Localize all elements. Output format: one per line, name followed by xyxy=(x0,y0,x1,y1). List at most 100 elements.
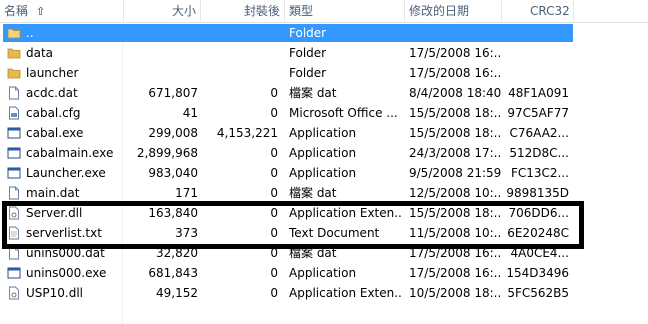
table-row[interactable]: .. Folder xyxy=(0,23,648,43)
packed-size-cell: 0 xyxy=(270,206,278,220)
file-name-cell: Launcher.exe xyxy=(26,166,106,180)
file-icon xyxy=(7,246,21,260)
column-header-type[interactable]: 類型 xyxy=(285,0,405,22)
table-row[interactable]: Server.dll 163,840 0 Application Exten... 15… xyxy=(0,203,648,223)
column-header-name[interactable]: 名稱 ⇧ xyxy=(0,0,124,22)
column-header-crc[interactable]: CRC32 xyxy=(502,0,574,22)
packed-size-cell: 0 xyxy=(270,146,278,160)
file-size-cell xyxy=(124,63,201,83)
file-name-cell: cabalmain.exe xyxy=(26,146,114,160)
file-type-cell: Application Exten... xyxy=(289,206,403,220)
file-size-cell: 983,040 xyxy=(148,166,198,180)
modified-date-cell: 12/5/2008 10:... xyxy=(409,186,502,200)
crc32-cell: FC13C2... xyxy=(510,166,569,180)
file-name-cell: launcher xyxy=(26,66,79,80)
column-header-crc-label: CRC32 xyxy=(530,4,570,18)
crc32-cell: C76AA2... xyxy=(509,126,569,140)
file-size-cell xyxy=(124,23,201,43)
crc32-cell xyxy=(502,43,572,63)
file-name-cell: unins000.exe xyxy=(26,266,107,280)
file-name-cell: data xyxy=(26,46,54,60)
crc32-cell: 154D3496 xyxy=(506,266,569,280)
file-type-cell: Text Document xyxy=(289,226,380,240)
exe-icon xyxy=(7,146,21,160)
crc32-cell: 4A0CE4... xyxy=(510,246,569,260)
file-type-cell: Folder xyxy=(289,66,327,80)
file-type-cell: 檔案 dat xyxy=(289,246,337,260)
modified-date-cell: 10/5/2008 18:... xyxy=(409,286,502,300)
crc32-cell: 9898135D xyxy=(506,186,569,200)
table-row[interactable]: cabal.cfg 41 0 Microsoft Office ... 15/5/200… xyxy=(0,103,648,123)
column-header-packed-label: 封裝後 xyxy=(243,4,280,18)
column-header-modified-label: 修改的日期 xyxy=(409,4,470,18)
table-row[interactable]: cabalmain.exe 2,899,968 0 Application 24/3/2… xyxy=(0,143,648,163)
file-type-cell: Application Exten... xyxy=(289,286,403,300)
crc32-cell: 97C5AF77 xyxy=(507,106,569,120)
column-header-type-label: 類型 xyxy=(289,4,314,18)
column-header-name-label: 名稱 xyxy=(4,4,29,18)
file-type-cell: 檔案 dat xyxy=(289,186,337,200)
crc32-cell xyxy=(502,23,572,43)
packed-size-cell: 0 xyxy=(270,186,278,200)
file-name-cell: .. xyxy=(26,26,34,40)
table-row[interactable]: unins000.exe 681,843 0 Application 17/5/2008… xyxy=(0,263,648,283)
modified-date-cell: 11/5/2008 10:... xyxy=(409,226,502,240)
file-type-cell: Microsoft Office ... xyxy=(289,106,398,120)
table-row[interactable]: unins000.dat 32,820 0 檔案 dat 17/5/2008 16:..… xyxy=(0,243,648,263)
table-row[interactable]: Launcher.exe 983,040 0 Application 9/5/2008 … xyxy=(0,163,648,183)
crc32-cell: 6E20248C xyxy=(507,226,569,240)
modified-date-cell: 24/3/2008 17:... xyxy=(409,146,502,160)
exe-icon xyxy=(7,166,21,180)
file-size-cell: 671,807 xyxy=(148,86,198,100)
column-header-packed[interactable]: 封裝後 xyxy=(201,0,285,22)
file-size-cell: 171 xyxy=(175,186,198,200)
modified-date-cell: 17/5/2008 16:... xyxy=(409,266,502,280)
folder-up-icon xyxy=(7,26,21,40)
packed-size-cell: 0 xyxy=(270,106,278,120)
table-row[interactable]: data Folder 17/5/2008 16:... xyxy=(0,43,648,63)
sort-ascending-icon: ⇧ xyxy=(36,5,46,18)
table-row[interactable]: USP10.dll 49,152 0 Application Exten... 10/5… xyxy=(0,283,648,303)
packed-size-cell: 0 xyxy=(270,246,278,260)
packed-size-cell: 0 xyxy=(270,286,278,300)
file-size-cell: 373 xyxy=(175,226,198,240)
folder-icon xyxy=(7,46,21,60)
file-type-cell: Application xyxy=(289,266,357,280)
packed-size-cell: 0 xyxy=(270,86,278,100)
packed-size-cell xyxy=(201,43,281,63)
file-name-cell: cabal.cfg xyxy=(26,106,81,120)
modified-date-cell xyxy=(405,23,502,43)
file-size-cell: 163,840 xyxy=(148,206,198,220)
table-row[interactable]: acdc.dat 671,807 0 檔案 dat 8/4/2008 18:40 48F1… xyxy=(0,83,648,103)
packed-size-cell: 0 xyxy=(270,166,278,180)
crc32-cell: 706DD6... xyxy=(508,206,569,220)
file-type-cell: 檔案 dat xyxy=(289,86,337,100)
file-size-cell: 681,843 xyxy=(148,266,198,280)
modified-date-cell: 15/5/2008 18:... xyxy=(409,126,502,140)
column-header-bar: 名稱 ⇧ 大小 封裝後 類型 修改的日期 CRC32 xyxy=(0,0,648,23)
file-name-cell: cabal.exe xyxy=(26,126,84,140)
crc32-cell: 48F1A091 xyxy=(508,86,569,100)
file-name-cell: Server.dll xyxy=(26,206,83,220)
file-size-cell: 299,008 xyxy=(148,126,198,140)
table-row[interactable]: cabal.exe 299,008 4,153,221 Application 15/5… xyxy=(0,123,648,143)
file-type-cell: Folder xyxy=(289,26,327,40)
crc32-cell: 5FC562B5 xyxy=(507,286,569,300)
file-size-cell: 2,899,968 xyxy=(136,146,198,160)
table-row[interactable]: launcher Folder 17/5/2008 16:... xyxy=(0,63,648,83)
column-header-modified[interactable]: 修改的日期 xyxy=(405,0,502,22)
config-file-icon xyxy=(7,106,21,120)
table-row[interactable]: serverlist.txt 373 0 Text Document 11/5/2008… xyxy=(0,223,648,243)
file-type-cell: Application xyxy=(289,166,357,180)
column-header-size[interactable]: 大小 xyxy=(124,0,201,22)
file-name-cell: main.dat xyxy=(26,186,80,200)
table-row[interactable]: main.dat 171 0 檔案 dat 12/5/2008 10:... 989813… xyxy=(0,183,648,203)
file-type-cell: Application xyxy=(289,146,357,160)
packed-size-cell: 4,153,221 xyxy=(216,126,278,140)
packed-size-cell: 0 xyxy=(270,266,278,280)
modified-date-cell: 17/5/2008 16:... xyxy=(409,66,502,80)
folder-icon xyxy=(7,66,21,80)
exe-icon xyxy=(7,266,21,280)
modified-date-cell: 15/5/2008 18:... xyxy=(409,206,502,220)
file-type-cell: Application xyxy=(289,126,357,140)
